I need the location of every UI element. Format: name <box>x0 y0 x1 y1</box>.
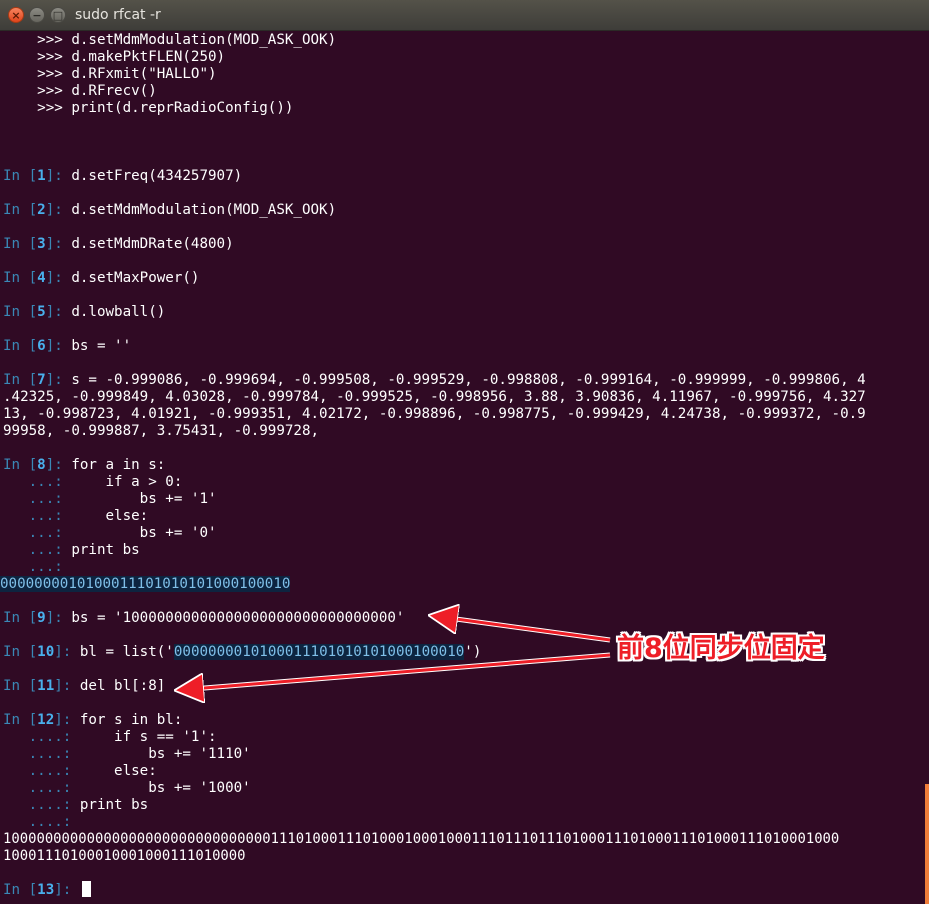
cell-output: 1000000000000000000000000000000011101000… <box>3 831 840 847</box>
input-cell-2: In [2]: d.setMdmModulation(MOD_ASK_OOK) <box>3 202 337 218</box>
input-cell-10: In [10]: bl = list('00000000101000111010… <box>3 644 482 660</box>
input-cell-9: In [9]: bs = '10000000000000000000000000… <box>3 610 405 626</box>
input-cell-11: In [11]: del bl[:8] <box>3 678 166 694</box>
wrapped-code-line: 99958, -0.999887, 3.75431, -0.999728, <box>3 423 320 439</box>
continuation-line: ...: bs += '1' <box>3 491 217 507</box>
cell-code: d.lowball() <box>71 304 166 320</box>
cell-code: bs = '10000000000000000000000000000000' <box>71 610 405 626</box>
input-cell-8: In [8]: for a in s: <box>3 457 166 473</box>
input-cell-6: In [6]: bs = '' <box>3 338 132 354</box>
preamble-line: >>> print(d.reprRadioConfig()) <box>3 100 294 116</box>
preamble-line: >>> d.RFrecv() <box>3 83 157 99</box>
window-edge-highlight <box>925 784 929 904</box>
minimize-icon: − <box>32 9 42 22</box>
maximize-icon: □ <box>52 9 64 22</box>
input-cell-13[interactable]: In [13]: <box>3 881 91 898</box>
title-bar[interactable]: × − □ sudo rfcat -r <box>0 0 929 31</box>
input-cell-5: In [5]: d.lowball() <box>3 304 166 320</box>
continuation-line: ....: print bs <box>3 797 149 813</box>
cell-code: for a in s: <box>71 457 166 473</box>
continuation-line: ...: <box>3 559 63 575</box>
cell-output: 10001110100010001000111010000 <box>3 848 246 864</box>
maximize-window-button[interactable]: □ <box>50 7 66 23</box>
continuation-line: ...: if a > 0: <box>3 474 183 490</box>
cell-code: d.setMdmDRate(4800) <box>71 236 234 252</box>
preamble-line: >>> d.makePktFLEN(250) <box>3 49 226 65</box>
input-cell-7: In [7]: s = -0.999086, -0.999694, -0.999… <box>3 372 866 388</box>
input-cell-3: In [3]: d.setMdmDRate(4800) <box>3 236 234 252</box>
cell-code: d.setMdmModulation(MOD_ASK_OOK) <box>71 202 337 218</box>
cell-code: s = -0.999086, -0.999694, -0.999508, -0.… <box>71 372 866 388</box>
minimize-window-button[interactable]: − <box>29 7 45 23</box>
continuation-line: ....: <box>3 814 72 830</box>
annotation-label: 前8位同步位固定 <box>617 633 825 664</box>
text-cursor <box>81 881 91 897</box>
wrapped-code-line: .42325, -0.999849, 4.03028, -0.999784, -… <box>3 389 866 405</box>
window-title: sudo rfcat -r <box>75 7 161 23</box>
terminal-window: × − □ sudo rfcat -r >>> d.setMdmModulati… <box>0 0 929 904</box>
input-cell-4: In [4]: d.setMaxPower() <box>3 270 200 286</box>
continuation-line: ....: bs += '1000' <box>3 780 251 796</box>
cell-code: del bl[:8] <box>79 678 166 694</box>
cell-code: bs = '' <box>71 338 132 354</box>
continuation-line: ...: bs += '0' <box>3 525 217 541</box>
preamble-line: >>> d.RFxmit("HALLO") <box>3 66 217 82</box>
continuation-line: ....: else: <box>3 763 157 779</box>
wrapped-code-line: 13, -0.998723, 4.01921, -0.999351, 4.021… <box>3 406 866 422</box>
input-cell-1: In [1]: d.setFreq(434257907) <box>3 168 243 184</box>
cell-code: d.setFreq(434257907) <box>71 168 243 184</box>
close-icon: × <box>11 9 21 22</box>
cell-output: 0000000010100011101010101000100010 <box>0 576 291 592</box>
continuation-line: ...: print bs <box>3 542 140 558</box>
cell-code: for s in bl: <box>79 712 183 728</box>
preamble-line: >>> d.setMdmModulation(MOD_ASK_OOK) <box>3 32 337 48</box>
continuation-line: ...: else: <box>3 508 149 524</box>
terminal-content[interactable]: >>> d.setMdmModulation(MOD_ASK_OOK) >>> … <box>0 31 929 904</box>
cell-code: d.setMaxPower() <box>71 270 200 286</box>
continuation-line: ....: if s == '1': <box>3 729 217 745</box>
continuation-line: ....: bs += '1110' <box>3 746 251 762</box>
input-cell-12: In [12]: for s in bl: <box>3 712 183 728</box>
close-window-button[interactable]: × <box>8 7 24 23</box>
